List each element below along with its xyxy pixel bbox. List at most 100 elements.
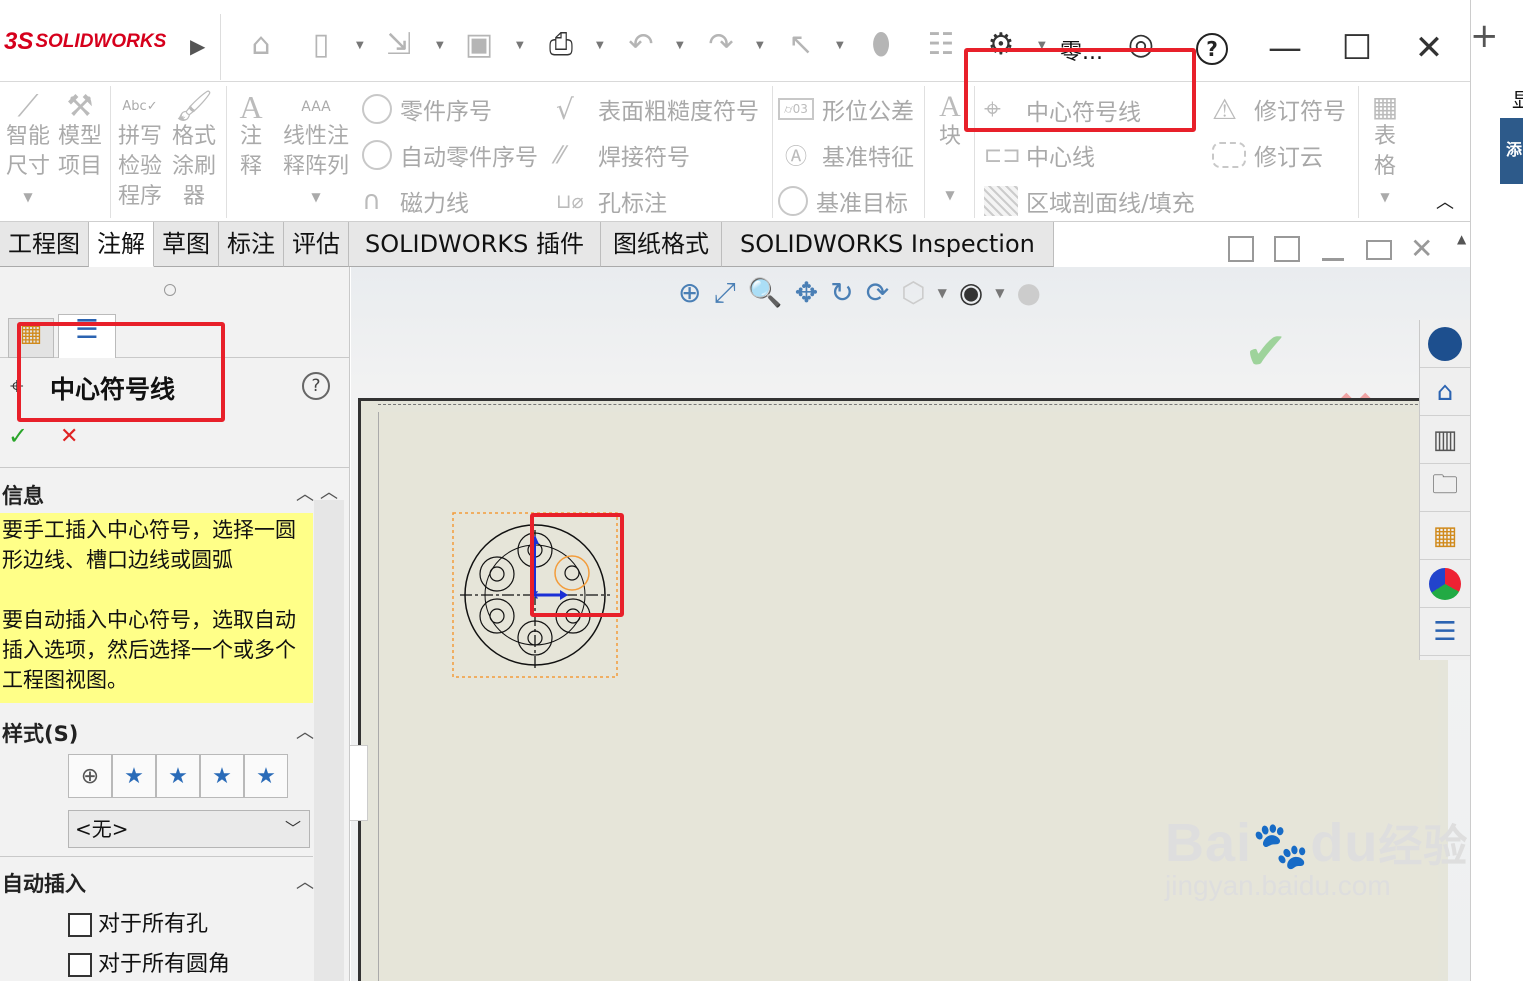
checkbox-all-holes-row[interactable]: 对于所有孔 bbox=[68, 906, 208, 938]
help-icon[interactable]: ? bbox=[1196, 33, 1228, 65]
zoom-to-area-icon[interactable]: ⤢ bbox=[713, 276, 735, 310]
datum-target-button[interactable]: 基准目标 bbox=[778, 184, 908, 218]
zoom-in-out-icon[interactable]: 🔍 bbox=[748, 276, 783, 310]
collapse-style-icon[interactable]: ︿ bbox=[296, 718, 314, 744]
model-items-button[interactable]: ⚒ 模型 项目 bbox=[54, 92, 106, 182]
rotate-icon[interactable]: ↻ bbox=[830, 276, 853, 310]
open-dropdown-icon[interactable]: ▼ bbox=[436, 40, 446, 51]
spell-check-button[interactable]: Abc✓ 拼写 检验 程序 bbox=[114, 92, 166, 212]
dropdown-icon[interactable]: ▼ bbox=[938, 276, 947, 310]
new-tab-button[interactable]: + bbox=[1470, 16, 1499, 56]
doc-minimize-button[interactable] bbox=[1322, 258, 1344, 261]
zoom-to-fit-icon[interactable]: ⊕ bbox=[678, 276, 701, 310]
smart-dimension-button[interactable]: ⟋ 智能 尺寸 ▼ bbox=[2, 92, 54, 212]
weld-symbol-button[interactable]: ⁄⁄ 焊接符号 bbox=[556, 138, 690, 172]
checkbox-all-fillets-row[interactable]: 对于所有圆角 bbox=[68, 946, 230, 978]
dropdown-icon[interactable]: ▼ bbox=[995, 276, 1004, 310]
redraw-icon[interactable]: ⟳ bbox=[866, 276, 889, 310]
auto-balloon-button[interactable]: 自动零件序号 bbox=[362, 138, 538, 172]
undo-icon[interactable]: ↶ bbox=[622, 24, 660, 66]
tab-sketch[interactable]: 草图 bbox=[154, 222, 219, 267]
gtol-button[interactable]: ⌭03 形位公差 bbox=[778, 92, 914, 126]
area-hatch-button[interactable]: 区域剖面线/填充 bbox=[984, 184, 1195, 218]
checkbox-all-fillets[interactable] bbox=[68, 953, 92, 977]
redo-dropdown-icon[interactable]: ▼ bbox=[756, 40, 766, 51]
expand-menu-arrow-icon[interactable]: ▶ bbox=[190, 34, 205, 58]
panel-splitter-handle[interactable] bbox=[350, 745, 368, 821]
close-button[interactable]: ✕ bbox=[1404, 20, 1454, 76]
appearances-icon[interactable] bbox=[1420, 560, 1470, 608]
checkbox-all-holes[interactable] bbox=[68, 913, 92, 937]
view-palette-icon[interactable]: ▦ bbox=[1420, 512, 1470, 560]
tab-evaluate[interactable]: 评估 bbox=[284, 222, 349, 267]
balloon-button[interactable]: 零件序号 bbox=[362, 92, 492, 126]
print-dropdown-icon[interactable]: ▼ bbox=[596, 40, 606, 51]
hide-show-items-icon[interactable]: ◉ bbox=[959, 276, 983, 310]
view-orientation-icon[interactable]: ⬡ bbox=[901, 276, 925, 310]
collapse-ribbon-icon[interactable]: ︿ bbox=[1436, 188, 1454, 214]
panel-help-button[interactable]: ? bbox=[302, 372, 330, 400]
note-button[interactable]: A 注 释 bbox=[230, 91, 272, 182]
revision-symbol-button[interactable]: ⚠ 修订符号 bbox=[1212, 92, 1346, 126]
solidworks-logo[interactable]: 3S SOLIDWORKS bbox=[4, 28, 166, 56]
hole-callout-button[interactable]: ⊔⌀ 孔标注 bbox=[556, 184, 667, 218]
select-dropdown-icon[interactable]: ▼ bbox=[836, 40, 846, 51]
cancel-button[interactable]: ✕ bbox=[60, 424, 78, 449]
pan-icon[interactable]: ✥ bbox=[795, 276, 818, 310]
save-style-icon[interactable]: ★ bbox=[200, 754, 244, 798]
ok-button[interactable]: ✓ bbox=[8, 422, 28, 450]
save-dropdown-icon[interactable]: ▼ bbox=[516, 40, 526, 51]
tab-solidworks-inspection[interactable]: SOLIDWORKS Inspection bbox=[721, 222, 1054, 267]
load-style-icon[interactable]: ★ bbox=[244, 754, 288, 798]
redo-icon[interactable]: ↷ bbox=[702, 24, 740, 66]
table-button[interactable]: ▦ 表 格 ▼ bbox=[1362, 92, 1408, 212]
collapse-auto-insert-icon[interactable]: ︿ bbox=[296, 868, 314, 894]
revision-cloud-button[interactable]: 修订云 bbox=[1212, 138, 1323, 172]
solidworks-resources-icon[interactable]: ⌂ bbox=[1420, 368, 1470, 416]
appearance-icon[interactable]: ● bbox=[1017, 276, 1041, 310]
tab-markup[interactable]: 标注 bbox=[219, 222, 284, 267]
collapse-info-icon[interactable]: ︿ bbox=[296, 480, 314, 506]
new-dropdown-icon[interactable]: ▼ bbox=[356, 40, 366, 51]
home-icon[interactable]: ⌂ bbox=[242, 24, 280, 66]
datum-feature-button[interactable]: Ⓐ 基准特征 bbox=[778, 138, 914, 172]
tile-window-icon[interactable] bbox=[1228, 236, 1254, 262]
rebuild-icon[interactable]: ⬮ bbox=[862, 24, 900, 66]
split-window-icon[interactable] bbox=[1274, 236, 1300, 262]
confirm-ok-icon[interactable]: ✔ bbox=[1244, 322, 1288, 382]
tab-annotation[interactable]: 注解 bbox=[89, 222, 154, 267]
file-explorer-icon[interactable]: 🗀 bbox=[1420, 464, 1470, 512]
style-select[interactable]: <无> ﹀ bbox=[68, 810, 310, 848]
magnetic-line-button[interactable]: ∩ 磁力线 bbox=[362, 184, 469, 218]
format-painter-button[interactable]: 🖌 格式 涂刷 器 bbox=[168, 92, 220, 212]
file-properties-icon[interactable]: ☷ bbox=[922, 24, 960, 66]
apply-default-style-icon[interactable]: ⊕ bbox=[68, 754, 112, 798]
undo-dropdown-icon[interactable]: ▼ bbox=[676, 40, 686, 51]
delete-style-icon[interactable]: ★ bbox=[156, 754, 200, 798]
doc-close-button[interactable]: ✕ bbox=[1410, 232, 1433, 265]
tab-drawing[interactable]: 工程图 bbox=[0, 222, 89, 267]
scroll-up-icon[interactable]: ▲ bbox=[1457, 232, 1466, 246]
print-icon[interactable]: ⎙ bbox=[542, 24, 580, 66]
info-section-header[interactable]: 信息 bbox=[2, 480, 44, 510]
add-style-icon[interactable]: ★ bbox=[112, 754, 156, 798]
design-library-icon[interactable]: ▥ bbox=[1420, 416, 1470, 464]
centerline-button[interactable]: ⊏⊐ 中心线 bbox=[984, 138, 1095, 172]
3dexperience-icon[interactable] bbox=[1420, 320, 1470, 368]
auto-insert-section-header[interactable]: 自动插入 bbox=[2, 868, 86, 898]
style-section-header[interactable]: 样式(S) bbox=[2, 718, 78, 748]
linear-note-pattern-button[interactable]: AAA 线性注 释阵列 ▼ bbox=[278, 92, 354, 212]
custom-properties-icon[interactable]: ☰ bbox=[1420, 608, 1470, 656]
maximize-button[interactable]: ☐ bbox=[1332, 20, 1382, 76]
open-icon[interactable]: ⇲ bbox=[380, 24, 418, 66]
tab-sheet-format[interactable]: 图纸格式 bbox=[600, 222, 722, 267]
panel-grip-icon[interactable] bbox=[164, 284, 176, 296]
tab-solidworks-addins[interactable]: SOLIDWORKS 插件 bbox=[349, 222, 601, 267]
surface-finish-button[interactable]: √ 表面粗糙度符号 bbox=[556, 92, 759, 126]
save-icon[interactable]: ▣ bbox=[460, 24, 498, 66]
select-icon[interactable]: ↖ bbox=[782, 24, 820, 66]
doc-restore-button[interactable] bbox=[1366, 240, 1392, 260]
panel-scrollbar[interactable] bbox=[314, 500, 344, 981]
minimize-button[interactable]: — bbox=[1260, 20, 1310, 76]
new-file-icon[interactable]: ▯ bbox=[302, 24, 340, 66]
